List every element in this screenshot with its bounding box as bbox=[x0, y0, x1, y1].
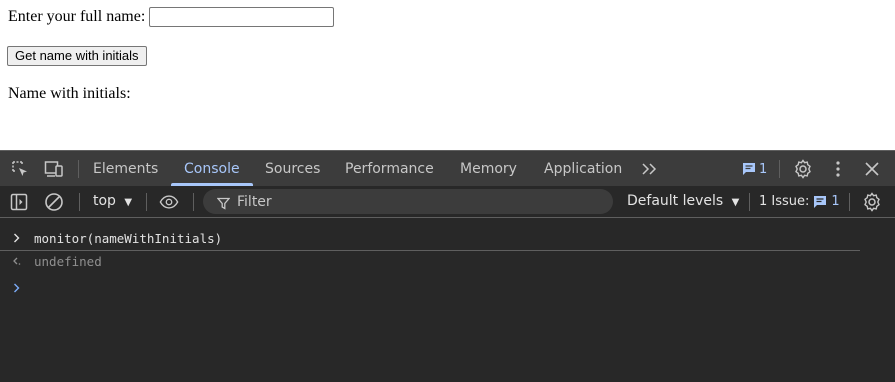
dropdown-caret-icon: ▼ bbox=[124, 197, 133, 208]
device-toolbar-icon[interactable] bbox=[44, 159, 64, 179]
tabbar-divider-2 bbox=[779, 160, 780, 178]
log-levels-dropdown[interactable]: Default levels ▼ bbox=[627, 186, 739, 217]
console-messages-badge[interactable]: 1 bbox=[742, 160, 767, 178]
tab-elements[interactable]: Elements bbox=[93, 151, 158, 187]
console-result-text: undefined bbox=[34, 253, 102, 269]
tab-sources[interactable]: Sources bbox=[265, 151, 320, 187]
tab-performance[interactable]: Performance bbox=[345, 151, 434, 187]
result-arrow-icon bbox=[0, 256, 34, 266]
name-label: Enter your full name: bbox=[8, 8, 146, 25]
name-row: Enter your full name: bbox=[8, 7, 335, 27]
settings-gear-icon[interactable] bbox=[793, 159, 813, 179]
more-tabs-chevron-icon[interactable] bbox=[640, 159, 660, 179]
input-prompt-chevron-icon bbox=[0, 233, 34, 243]
message-count: 1 bbox=[759, 161, 768, 177]
console-input-line: monitor(nameWithInitials) bbox=[0, 226, 860, 251]
issues-count: 1 bbox=[831, 194, 840, 209]
prompt-chevron-icon bbox=[0, 283, 34, 293]
toolbar-divider-2 bbox=[146, 193, 147, 211]
toggle-sidebar-icon[interactable] bbox=[9, 192, 29, 212]
issue-message-icon bbox=[814, 195, 827, 208]
context-selector[interactable]: top ▼ bbox=[93, 186, 132, 217]
devtools-tabbar: Elements Console Sources Performance Mem… bbox=[0, 150, 895, 186]
issues-counter[interactable]: 1 Issue: 1 bbox=[759, 186, 840, 217]
context-value: top bbox=[93, 193, 116, 209]
devtools-panel: Elements Console Sources Performance Mem… bbox=[0, 150, 895, 382]
tab-console[interactable]: Console bbox=[184, 151, 240, 187]
console-result-line: undefined bbox=[0, 249, 860, 273]
console-toolbar: top ▼ Filter Default levels ▼ 1 Issue: 1 bbox=[0, 186, 895, 218]
filter-placeholder: Filter bbox=[237, 193, 272, 210]
tabbar-divider bbox=[78, 160, 79, 178]
tab-memory[interactable]: Memory bbox=[460, 151, 517, 187]
tab-application[interactable]: Application bbox=[544, 151, 622, 187]
filter-funnel-icon bbox=[216, 195, 231, 214]
dropdown-caret-icon: ▼ bbox=[731, 197, 740, 208]
log-levels-label: Default levels bbox=[627, 193, 724, 209]
console-input-text: monitor(nameWithInitials) bbox=[34, 230, 223, 246]
filter-input[interactable]: Filter bbox=[203, 189, 613, 214]
inspect-element-icon[interactable] bbox=[10, 159, 30, 179]
toolbar-divider-5 bbox=[849, 193, 850, 211]
console-output[interactable]: monitor(nameWithInitials) undefined bbox=[0, 218, 895, 382]
issues-label: 1 Issue: bbox=[759, 194, 810, 209]
web-page: Enter your full name: Get name with init… bbox=[0, 0, 895, 150]
console-prompt-line[interactable] bbox=[0, 276, 860, 300]
more-options-kebab-icon[interactable] bbox=[828, 159, 848, 179]
full-name-input[interactable] bbox=[149, 7, 335, 27]
close-devtools-icon[interactable] bbox=[862, 159, 882, 179]
live-expression-eye-icon[interactable] bbox=[159, 192, 179, 212]
message-icon bbox=[743, 163, 755, 175]
toolbar-divider bbox=[79, 193, 80, 211]
toolbar-divider-4 bbox=[749, 193, 750, 211]
clear-console-icon[interactable] bbox=[44, 192, 64, 212]
toolbar-divider-3 bbox=[193, 193, 194, 211]
result-label: Name with initials: bbox=[8, 85, 131, 102]
get-initials-button[interactable]: Get name with initials bbox=[7, 46, 147, 66]
console-settings-gear-icon[interactable] bbox=[862, 192, 882, 212]
